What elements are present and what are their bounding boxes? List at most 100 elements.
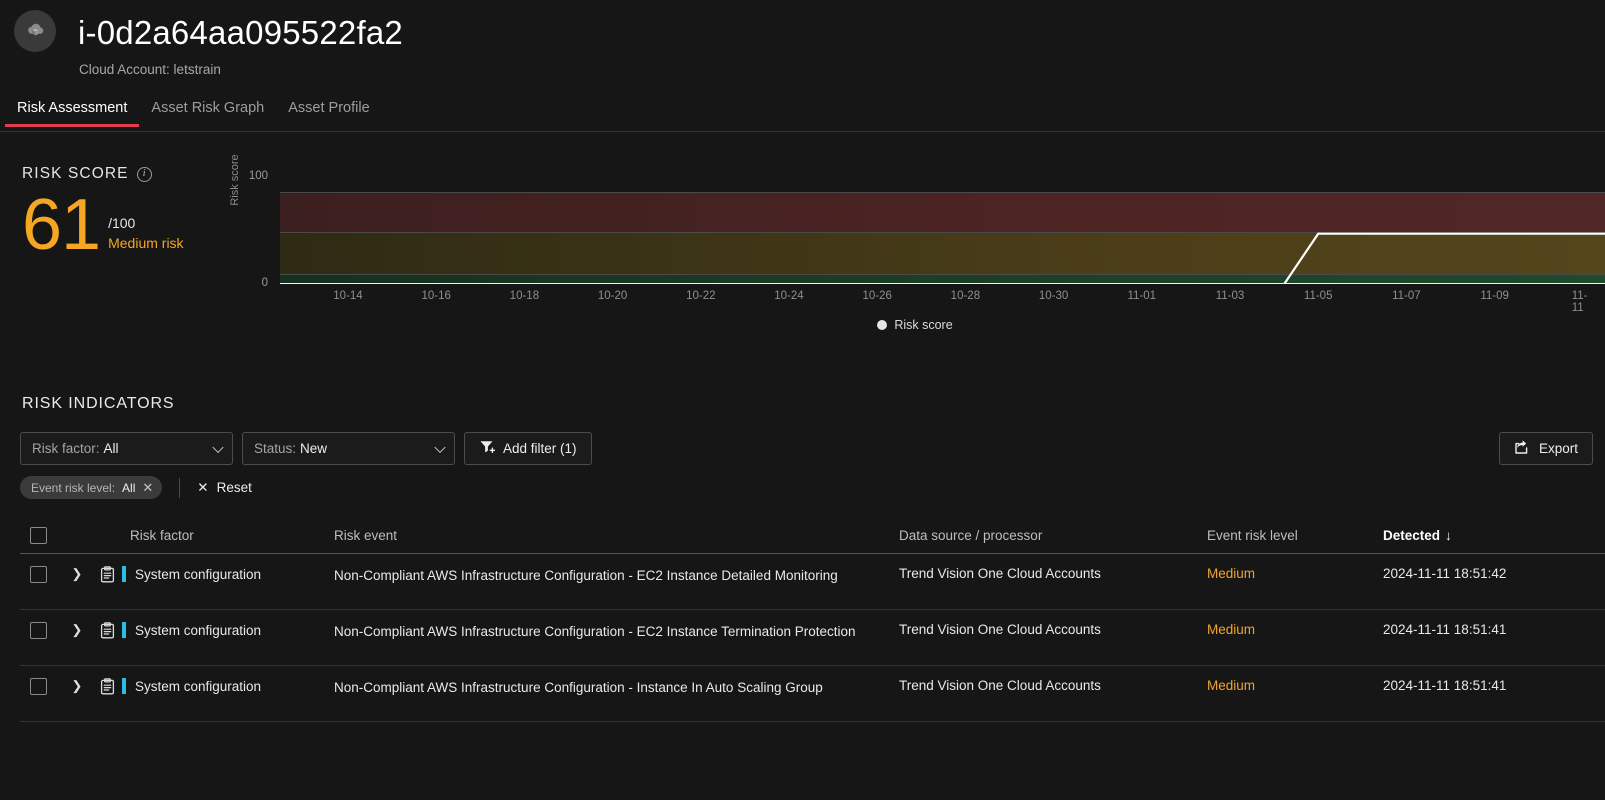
risk-score-level: Medium risk xyxy=(108,235,184,251)
row-select-cell xyxy=(20,622,62,639)
tab-asset-profile[interactable]: Asset Profile xyxy=(276,100,381,126)
chip-value: All xyxy=(122,480,136,495)
risk-score-header: RISK SCORE i xyxy=(22,165,252,183)
cell-risk-factor: System configuration xyxy=(122,566,334,582)
row-checkbox[interactable] xyxy=(30,566,47,583)
row-detail-icon-cell xyxy=(92,566,122,586)
filter-risk-factor-value: All xyxy=(103,441,119,456)
risk-score-label: RISK SCORE xyxy=(22,165,129,182)
risk-score-line xyxy=(1282,232,1605,284)
column-header-risk-factor[interactable]: Risk factor xyxy=(122,528,334,543)
cell-risk-factor: System configuration xyxy=(122,678,334,694)
filter-risk-factor[interactable]: Risk factor: All xyxy=(20,432,233,465)
column-header-data-source[interactable]: Data source / processor xyxy=(899,528,1207,543)
tab-asset-risk-graph[interactable]: Asset Risk Graph xyxy=(139,100,276,126)
cloud-account-label: Cloud Account: letstrain xyxy=(79,62,221,77)
chart-x-tick-label: 11-03 xyxy=(1215,290,1245,302)
cell-data-source: Trend Vision One Cloud Accounts xyxy=(899,622,1101,637)
chevron-right-icon[interactable]: ❯ xyxy=(72,622,83,638)
cell-risk-factor-text: System configuration xyxy=(135,567,262,582)
column-header-risk-event[interactable]: Risk event xyxy=(334,526,899,546)
cell-risk-event: Non-Compliant AWS Infrastructure Configu… xyxy=(334,568,838,583)
cell-event-risk-level: Medium xyxy=(1207,622,1256,637)
info-icon[interactable]: i xyxy=(136,166,152,182)
reset-label: Reset xyxy=(216,480,252,495)
severity-bar-icon xyxy=(122,566,126,582)
row-expand-cell: ❯ xyxy=(62,678,92,694)
chart-y-tick-max: 100 xyxy=(248,170,268,182)
chart-x-tick-label: 10-18 xyxy=(509,290,540,302)
chip-label: Event risk level: xyxy=(31,480,116,495)
cell-detected: 2024-11-11 18:51:41 xyxy=(1383,678,1507,693)
table-header-row: Risk factor Risk event Data source / pro… xyxy=(20,518,1605,554)
page-title: i-0d2a64aa095522fa2 xyxy=(78,14,403,51)
chart-x-tick-label: 10-28 xyxy=(950,290,981,302)
filter-status[interactable]: Status: New xyxy=(242,432,455,465)
cell-risk-event: Non-Compliant AWS Infrastructure Configu… xyxy=(334,624,856,639)
row-checkbox[interactable] xyxy=(30,678,47,695)
cell-data-source: Trend Vision One Cloud Accounts xyxy=(899,678,1101,693)
active-filter-chips: Event risk level: All ✕ ✕ Reset xyxy=(20,476,252,499)
legend-marker-risk-score xyxy=(877,320,888,330)
row-select-cell xyxy=(20,678,62,695)
sort-descending-icon: ↓ xyxy=(1445,528,1452,543)
export-label: Export xyxy=(1539,441,1579,456)
chevron-right-icon[interactable]: ❯ xyxy=(72,566,83,582)
cell-event-risk-level: Medium xyxy=(1207,566,1256,581)
chevron-down-icon xyxy=(212,441,224,453)
reset-filters-button[interactable]: ✕ Reset xyxy=(197,480,252,496)
close-icon[interactable]: ✕ xyxy=(142,481,153,494)
chart-x-tick-label: 11-11 xyxy=(1571,290,1588,314)
row-expand-cell: ❯ xyxy=(62,566,92,582)
chart-x-tick-label: 10-26 xyxy=(862,290,892,302)
cell-risk-factor: System configuration xyxy=(122,622,334,638)
chart-x-tick-label: 10-22 xyxy=(686,290,716,302)
row-expand-cell: ❯ xyxy=(62,622,92,638)
column-header-event-risk-level[interactable]: Event risk level xyxy=(1207,528,1383,543)
risk-score-value-row: 61 /100 Medium risk xyxy=(22,185,252,265)
chart-x-tick-label: 11-07 xyxy=(1392,290,1421,302)
chart-x-axis-line xyxy=(280,283,1605,284)
select-all-checkbox[interactable] xyxy=(30,527,47,544)
table-row[interactable]: ❯ System configuration Non-Compliant AWS I… xyxy=(20,610,1605,666)
export-button[interactable]: Export xyxy=(1499,432,1594,465)
row-checkbox[interactable] xyxy=(30,622,47,639)
severity-bar-icon xyxy=(122,678,126,694)
chart-plot-area xyxy=(280,176,1605,284)
cell-risk-factor-text: System configuration xyxy=(135,679,262,694)
cell-event-risk-level: Medium xyxy=(1207,678,1256,693)
table-body: ❯ System configuration Non-Compliant AWS I… xyxy=(20,554,1605,722)
table-row[interactable]: ❯ System configuration Non-Compliant AWS I… xyxy=(20,666,1605,722)
filter-funnel-plus-icon xyxy=(479,439,496,458)
chart-series-line xyxy=(1282,232,1605,284)
clipboard-icon[interactable] xyxy=(100,622,115,642)
chart-x-tick-label: 11-05 xyxy=(1303,290,1333,302)
add-filter-button[interactable]: Add filter (1) xyxy=(464,432,592,465)
risk-score-meta: /100 Medium risk xyxy=(108,213,183,259)
chart-x-tick-label: 11-09 xyxy=(1480,290,1509,302)
severity-bar-icon xyxy=(122,622,126,638)
legend-label-risk-score: Risk score xyxy=(894,318,953,332)
filter-bar: Risk factor: All Status: New Add filter … xyxy=(20,432,592,465)
close-icon: ✕ xyxy=(197,479,209,495)
export-icon xyxy=(1514,439,1530,458)
chart-x-tick-label: 10-24 xyxy=(774,290,804,302)
column-header-detected[interactable]: Detected ↓ xyxy=(1383,528,1605,543)
risk-score-value: 61 xyxy=(22,185,101,265)
chart-x-axis-labels: 10-14 10-16 10-18 10-20 10-22 10-24 10-26 10-28… xyxy=(280,290,1605,314)
chevron-right-icon[interactable]: ❯ xyxy=(72,678,83,694)
row-detail-icon-cell xyxy=(92,678,122,698)
chart-legend: Risk score xyxy=(225,318,1605,332)
cloud-cube-icon xyxy=(14,10,56,52)
chip-event-risk-level[interactable]: Event risk level: All ✕ xyxy=(20,476,163,499)
clipboard-icon[interactable] xyxy=(100,678,115,698)
clipboard-icon[interactable] xyxy=(100,566,115,586)
column-header-detected-label: Detected xyxy=(1383,528,1441,543)
risk-score-panel: RISK SCORE i 61 /100 Medium risk xyxy=(22,165,252,265)
cell-risk-factor-text: System configuration xyxy=(135,623,262,638)
risk-indicators-table: Risk factor Risk event Data source / pro… xyxy=(20,518,1605,722)
tab-risk-assessment[interactable]: Risk Assessment xyxy=(5,100,140,127)
row-select-cell xyxy=(20,566,62,583)
filter-status-label: Status: xyxy=(254,441,297,456)
table-row[interactable]: ❯ System configuration Non-Compliant AWS I… xyxy=(20,554,1605,610)
